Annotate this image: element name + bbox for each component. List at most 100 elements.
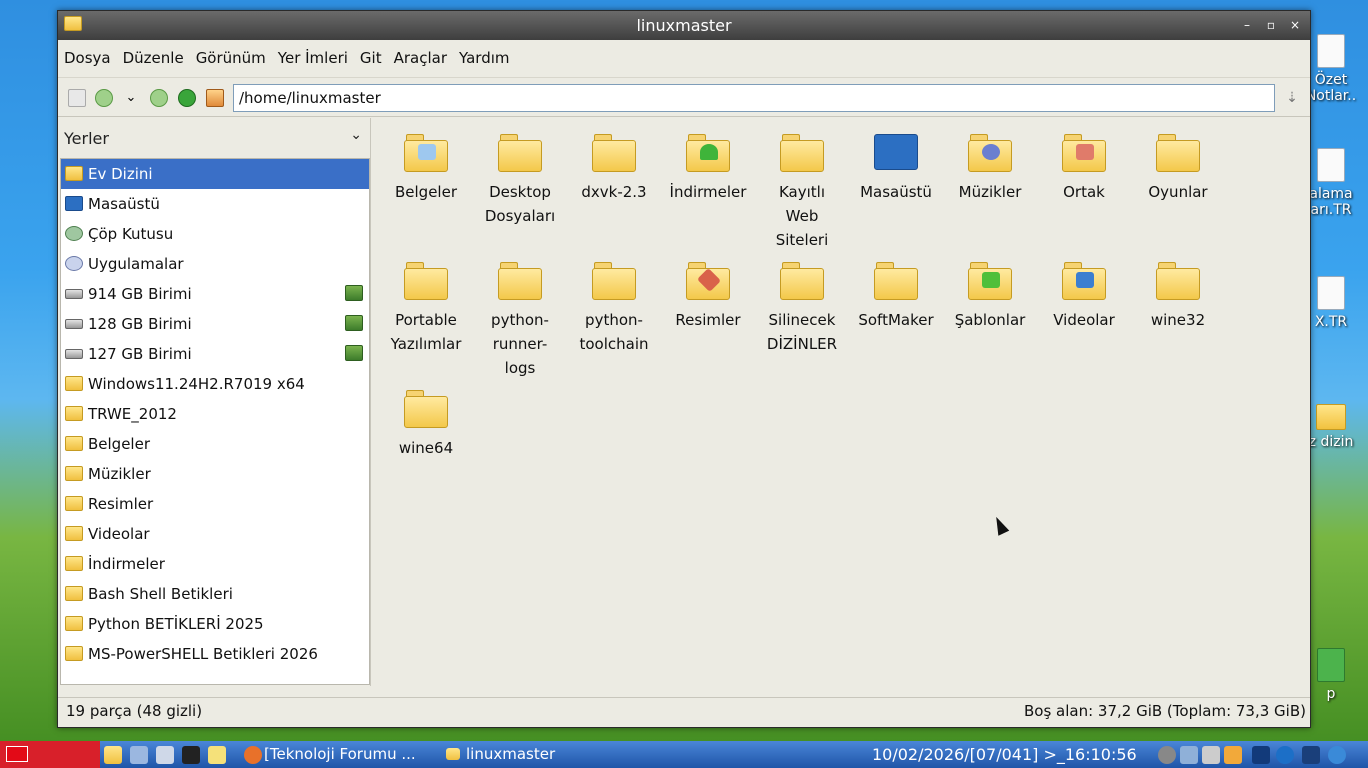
sidebar-item-127gb[interactable]: 127 GB Birimi (61, 339, 369, 369)
sidebar-item-label: 914 GB Birimi (88, 285, 192, 303)
folder-label: wine64 (398, 439, 454, 457)
folder-oyunlar[interactable]: Oyunlar (1131, 126, 1225, 204)
toolbar: ⌄ /home/linuxmaster ⇣ (58, 77, 1310, 117)
location-go-icon[interactable]: ⇣ (1283, 89, 1301, 107)
location-input[interactable]: /home/linuxmaster (233, 84, 1275, 112)
sidebar-item-indirmeler[interactable]: İndirmeler (61, 549, 369, 579)
drive-icon (65, 349, 83, 359)
app-tray-icon[interactable] (1252, 746, 1270, 764)
folder-icon (65, 616, 83, 631)
network-icon[interactable] (1180, 746, 1198, 764)
menu-gorunum[interactable]: Görünüm (190, 45, 272, 71)
side-pane-selector[interactable]: Yerler ⌄ (58, 118, 370, 158)
up-icon[interactable] (178, 89, 196, 107)
menu-araclar[interactable]: Araçlar (388, 45, 453, 71)
eject-icon[interactable] (345, 285, 363, 301)
eject-icon[interactable] (345, 345, 363, 361)
forward-icon[interactable] (150, 89, 168, 107)
history-dropdown-icon[interactable]: ⌄ (122, 89, 140, 107)
title-bar[interactable]: linuxmaster – ▫ × (58, 11, 1310, 40)
eject-icon[interactable] (345, 315, 363, 331)
sidebar-item-belgeler[interactable]: Belgeler (61, 429, 369, 459)
folder-label: SoftMaker (858, 311, 934, 329)
sidebar-item-label: Çöp Kutusu (88, 225, 174, 243)
folder-wine64[interactable]: wine64 (379, 382, 473, 460)
sidebar-item-powershell[interactable]: MS-PowerSHELL Betikleri 2026 (61, 639, 369, 669)
close-button[interactable]: × (1284, 11, 1306, 40)
sidebar-item-ev-dizini[interactable]: Ev Dizini (61, 159, 369, 189)
sidebar-item-cop-kutusu[interactable]: Çöp Kutusu (61, 219, 369, 249)
templates-folder-icon (968, 262, 1012, 300)
folder-label: Resimler (675, 311, 741, 329)
clock[interactable]: 10/02/2026/[07/041] >_16:10:56 (872, 741, 1156, 768)
sidebar-item-trwe-2012[interactable]: TRWE_2012 (61, 399, 369, 429)
folder-icon (780, 134, 824, 172)
chevron-down-icon: ⌄ (350, 127, 362, 143)
sidebar-item-914gb[interactable]: 914 GB Birimi (61, 279, 369, 309)
sidebar-item-python-betikleri[interactable]: Python BETİKLERİ 2025 (61, 609, 369, 639)
sidebar-item-resimler[interactable]: Resimler (61, 489, 369, 519)
sidebar-item-label: Belgeler (88, 435, 150, 453)
sidebar-item-uygulamalar[interactable]: Uygulamalar (61, 249, 369, 279)
menu-yer-imleri[interactable]: Yer İmleri (272, 45, 354, 71)
terminal-launcher-icon[interactable] (182, 746, 200, 764)
status-free-space: Boş alan: 37,2 GiB (Toplam: 73,3 GiB) (1023, 702, 1306, 720)
folder-icon (780, 262, 824, 300)
task-firefox[interactable]: [Teknoloji Forumu ... (240, 741, 430, 768)
shield-icon[interactable] (1302, 746, 1320, 764)
folder-resimler[interactable]: Resimler (661, 254, 755, 332)
folder-muzikler[interactable]: Müzikler (943, 126, 1037, 204)
sidebar-item-label: 128 GB Birimi (88, 315, 192, 333)
sidebar-item-bash-shell[interactable]: Bash Shell Betikleri (61, 579, 369, 609)
sidebar-item-videolar[interactable]: Videolar (61, 519, 369, 549)
folder-icon (65, 646, 83, 661)
sidebar-item-label: Ev Dizini (88, 165, 153, 183)
folder-indirmeler[interactable]: İndirmeler (661, 126, 755, 204)
folder-icon (404, 390, 448, 428)
folder-kayitli-web-siteleri[interactable]: Kayıtlı Web Siteleri (755, 126, 849, 252)
folder-videolar[interactable]: Videolar (1037, 254, 1131, 332)
minimize-button[interactable]: – (1236, 11, 1258, 40)
power-icon[interactable] (1224, 746, 1242, 764)
sidebar-item-128gb[interactable]: 128 GB Birimi (61, 309, 369, 339)
intel-icon[interactable] (1276, 746, 1294, 764)
sidebar-item-muzikler[interactable]: Müzikler (61, 459, 369, 489)
folder-icon (65, 376, 83, 391)
home-icon[interactable] (206, 89, 224, 107)
task-linuxmaster[interactable]: linuxmaster (444, 741, 594, 768)
menu-duzenle[interactable]: Düzenle (117, 45, 190, 71)
folder-silinecek-dizinler[interactable]: Silinecek DİZİNLER (755, 254, 849, 356)
file-manager-launcher-icon[interactable] (104, 746, 122, 764)
folder-ortak[interactable]: Ortak (1037, 126, 1131, 204)
folder-icon (874, 262, 918, 300)
menu-yardim[interactable]: Yardım (453, 45, 516, 71)
browser-tray-icon[interactable] (1328, 746, 1346, 764)
editor-launcher-icon[interactable] (208, 746, 226, 764)
sidebar-item-masaustu[interactable]: Masaüstü (61, 189, 369, 219)
folder-label: dxvk-2.3 (581, 183, 647, 201)
menu-git[interactable]: Git (354, 45, 388, 71)
folder-python-runner-logs[interactable]: python-runner-logs (473, 254, 567, 380)
new-tab-icon[interactable] (68, 89, 86, 107)
folder-belgeler[interactable]: Belgeler (379, 126, 473, 204)
back-icon[interactable] (95, 89, 113, 107)
menu-dosya[interactable]: Dosya (58, 45, 117, 71)
home-folder-icon (65, 166, 83, 181)
folder-softmaker[interactable]: SoftMaker (849, 254, 943, 332)
recycle-icon (1317, 648, 1345, 682)
sidebar-item-windows11[interactable]: Windows11.24H2.R7019 x64 (61, 369, 369, 399)
maximize-button[interactable]: ▫ (1260, 11, 1282, 40)
display-icon[interactable] (1202, 746, 1220, 764)
folder-python-toolchain[interactable]: python-toolchain (567, 254, 661, 356)
search-launcher-icon[interactable] (156, 746, 174, 764)
folder-wine32[interactable]: wine32 (1131, 254, 1225, 332)
folder-portable-yazilimlar[interactable]: Portable Yazılımlar (379, 254, 473, 356)
volume-icon[interactable] (1158, 746, 1176, 764)
start-button[interactable] (0, 741, 100, 768)
network-launcher-icon[interactable] (130, 746, 148, 764)
folder-sablonlar[interactable]: Şablonlar (943, 254, 1037, 332)
videos-folder-icon (1062, 262, 1106, 300)
folder-dxvk[interactable]: dxvk-2.3 (567, 126, 661, 204)
folder-desktop-dosyalari[interactable]: Desktop Dosyaları (473, 126, 567, 228)
folder-masaustu[interactable]: Masaüstü (849, 126, 943, 204)
